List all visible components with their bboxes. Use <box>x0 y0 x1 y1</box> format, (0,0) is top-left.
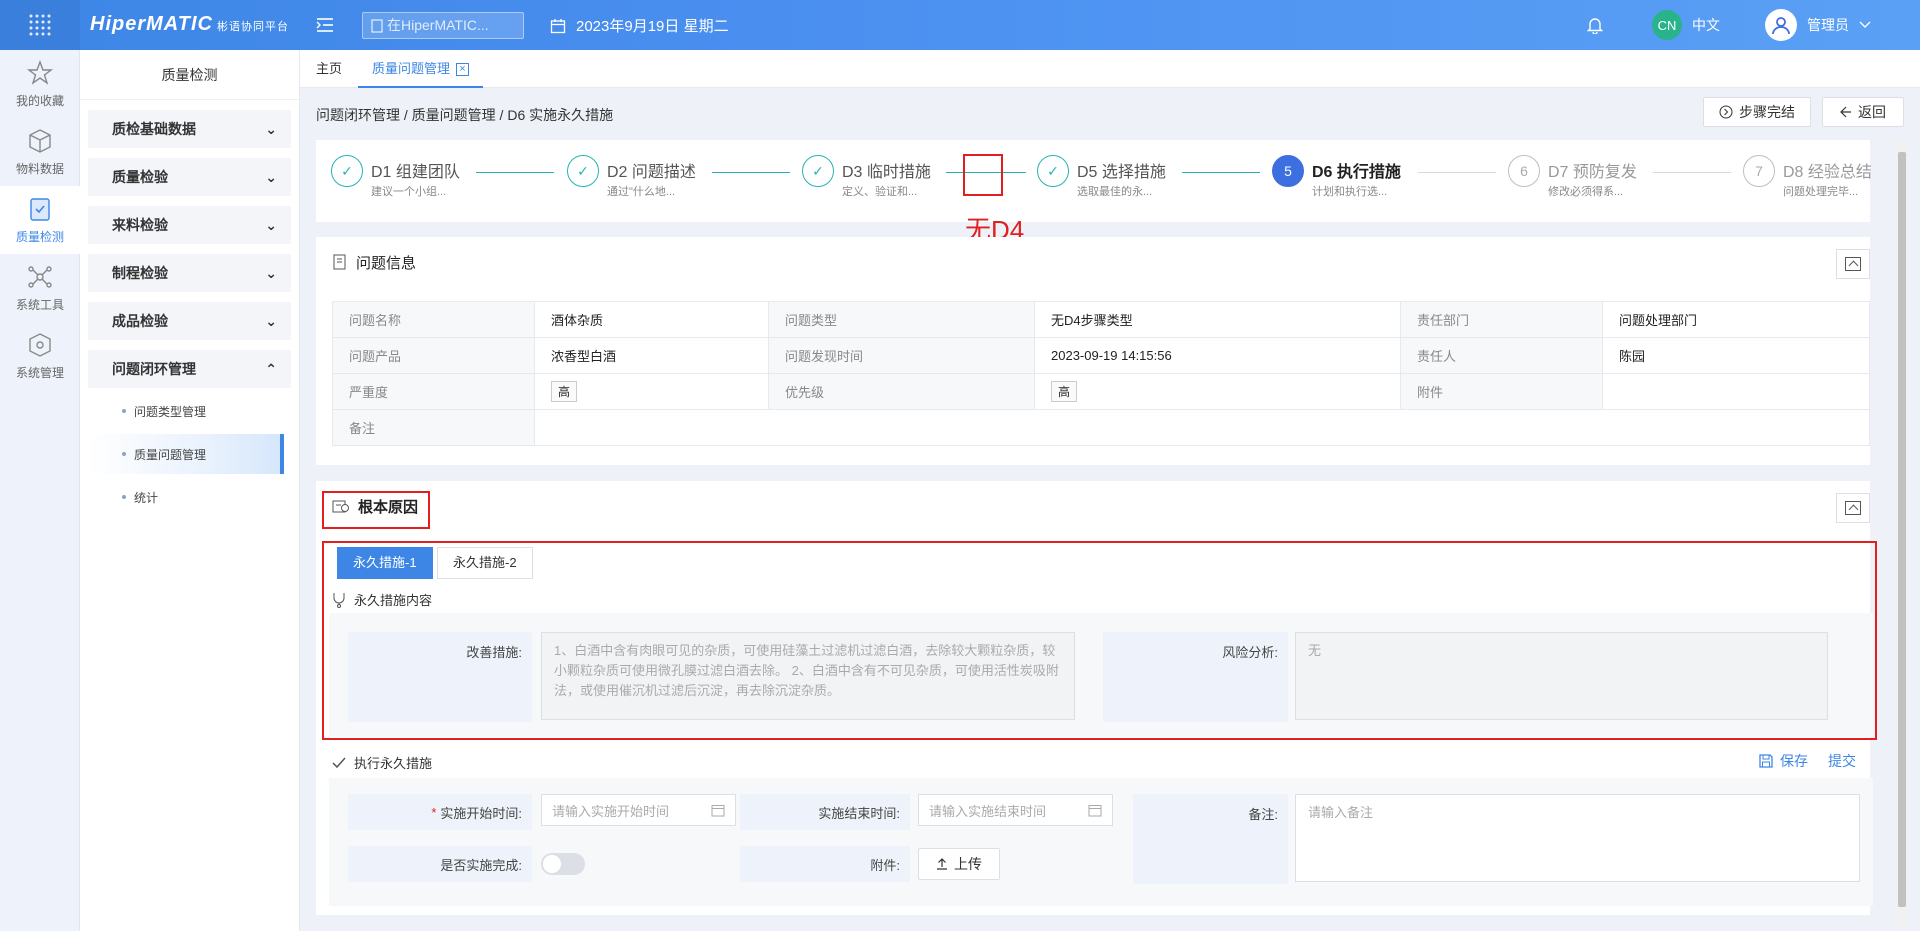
save-icon <box>1759 754 1773 768</box>
top-navigation-bar: HiperMATIC 彬语协同平台 在HiperMATIC... 2023年9月1… <box>0 0 1920 50</box>
collapse-icon <box>1845 257 1861 271</box>
module-rail: 我的收藏 物料数据 质量检测 系统工具 系统管理 <box>0 50 80 931</box>
priority-badge: 高 <box>1051 381 1078 402</box>
rail-item-system[interactable]: 系统管理 <box>0 322 80 390</box>
start-time-label: * 实施开始时间: <box>348 794 532 830</box>
upload-button[interactable]: 上传 <box>918 848 1000 880</box>
sidebar-item-quality-problems[interactable]: 质量问题管理 <box>88 434 284 474</box>
attachment-label: 附件: <box>740 846 910 882</box>
annotation-box <box>963 154 1003 196</box>
collapse-icon <box>1845 501 1861 515</box>
upload-icon <box>937 858 947 870</box>
sidebar-group-incoming[interactable]: 来料检验 ⌄ <box>88 206 291 244</box>
star-icon <box>27 59 53 85</box>
step-connector <box>1182 172 1260 173</box>
arrow-left-icon <box>1840 106 1851 118</box>
sidebar-group-finished[interactable]: 成品检验 ⌄ <box>88 302 291 340</box>
notification-bell-icon[interactable] <box>1586 16 1604 37</box>
back-button[interactable]: 返回 <box>1822 97 1904 127</box>
language-switcher[interactable]: CN 中文 <box>1652 10 1720 40</box>
annotation-box <box>322 491 430 529</box>
secondary-sidebar: 质量检测 质检基础数据 ⌄ 质量检验 ⌄ 来料检验 ⌄ 制程检验 ⌄ 成品检验 ⌄ 问题闭… <box>80 50 300 931</box>
avatar <box>1765 9 1797 41</box>
problem-info-card: 问题信息 问题名称 酒体杂质 问题类型 无D4步骤类型 责任部门 问题处理部门 … <box>316 237 1870 465</box>
close-icon[interactable]: × <box>456 63 470 77</box>
sidebar-item-problem-types[interactable]: 问题类型管理 <box>80 391 299 431</box>
chevron-down-icon: ⌄ <box>265 264 277 281</box>
document-search-icon <box>371 19 383 32</box>
rail-item-tools[interactable]: 系统工具 <box>0 254 80 322</box>
step-number: 6 <box>1508 155 1540 187</box>
remark-label: 备注: <box>1133 794 1288 884</box>
step-connector <box>1653 172 1731 173</box>
remark-textarea[interactable]: 请输入备注 <box>1295 794 1860 882</box>
cube-icon <box>29 128 51 153</box>
app-logo: HiperMATIC 彬语协同平台 <box>90 13 289 35</box>
sidebar-group-basic-data[interactable]: 质检基础数据 ⌄ <box>88 110 291 148</box>
severity-badge: 高 <box>551 381 578 402</box>
sidebar-group-process[interactable]: 制程检验 ⌄ <box>88 254 291 292</box>
calendar-icon <box>550 18 566 33</box>
global-search-input[interactable]: 在HiperMATIC... <box>362 12 524 39</box>
rail-item-material[interactable]: 物料数据 <box>0 118 80 186</box>
app-grid-icon[interactable] <box>0 0 80 50</box>
chevron-down-icon <box>1859 21 1871 28</box>
check-icon: ✓ <box>331 155 363 187</box>
user-menu[interactable]: 管理员 <box>1765 9 1871 41</box>
chevron-down-icon: ⌄ <box>265 312 277 329</box>
tab-home[interactable]: 主页 <box>316 50 342 88</box>
problem-info-table: 问题名称 酒体杂质 问题类型 无D4步骤类型 责任部门 问题处理部门 问题产品 … <box>332 301 1870 446</box>
end-time-label: 实施结束时间: <box>740 794 910 830</box>
page-tabs: 主页 质量问题管理 × <box>300 50 1920 88</box>
section-header: 问题信息 <box>316 237 1870 287</box>
collapse-button[interactable] <box>1836 249 1870 279</box>
sidebar-group-closed-loop[interactable]: 问题闭环管理 ⌃ <box>88 350 291 388</box>
step-number: 5 <box>1272 155 1304 187</box>
annotation-box <box>322 541 1877 740</box>
step-connector <box>712 172 790 173</box>
section-header: 根本原因 <box>316 481 1870 531</box>
language-badge: CN <box>1652 10 1682 40</box>
calendar-icon <box>1088 805 1102 817</box>
completed-toggle[interactable] <box>541 853 585 875</box>
end-time-input[interactable]: 请输入实施结束时间 <box>918 794 1113 826</box>
submit-button[interactable]: 提交 <box>1828 751 1856 771</box>
step-connector <box>476 172 554 173</box>
step-number: 7 <box>1743 155 1775 187</box>
completed-label: 是否实施完成: <box>348 846 532 882</box>
chevron-down-icon: ⌄ <box>265 120 277 137</box>
check-icon: ✓ <box>567 155 599 187</box>
current-date: 2023年9月19日 星期二 <box>550 15 729 36</box>
check-icon: ✓ <box>802 155 834 187</box>
document-icon <box>333 254 346 270</box>
calendar-icon <box>711 805 725 817</box>
scrollbar-thumb[interactable] <box>1898 152 1906 907</box>
sidebar-group-inspection[interactable]: 质量检验 ⌄ <box>88 158 291 196</box>
box-icon <box>29 332 51 357</box>
collapse-button[interactable] <box>1836 493 1870 523</box>
tab-quality-problems[interactable]: 质量问题管理 × <box>358 50 484 88</box>
menu-toggle-icon[interactable] <box>316 16 334 37</box>
sidebar-item-statistics[interactable]: 统计 <box>80 477 299 517</box>
step-complete-button[interactable]: 步骤完结 <box>1703 97 1811 127</box>
page-scrollbar[interactable] <box>1896 140 1908 925</box>
check-icon: ✓ <box>1037 155 1069 187</box>
save-button[interactable]: 保存 <box>1758 751 1808 771</box>
rail-item-favorites[interactable]: 我的收藏 <box>0 50 80 118</box>
start-time-input[interactable]: 请输入实施开始时间 <box>541 794 736 826</box>
chevron-down-icon: ⌄ <box>265 216 277 233</box>
d8-step-progress: ✓ D1 组建团队 建议一个小组... ✓ D2 问题描述 通过"什么地... ✓ … <box>316 140 1872 222</box>
circle-arrow-icon <box>1719 105 1733 119</box>
sidebar-title: 质量检测 <box>80 50 299 100</box>
chevron-down-icon: ⌄ <box>265 168 277 185</box>
rail-item-quality[interactable]: 质量检测 <box>0 186 80 254</box>
check-icon <box>332 757 346 768</box>
step-connector <box>1418 172 1496 173</box>
chevron-up-icon: ⌃ <box>265 360 277 377</box>
execute-section-label: 执行永久措施 <box>332 753 432 772</box>
shield-icon <box>30 197 50 221</box>
network-icon <box>28 265 52 288</box>
breadcrumb: 问题闭环管理 / 质量问题管理 / D6 实施永久措施 <box>316 107 614 123</box>
